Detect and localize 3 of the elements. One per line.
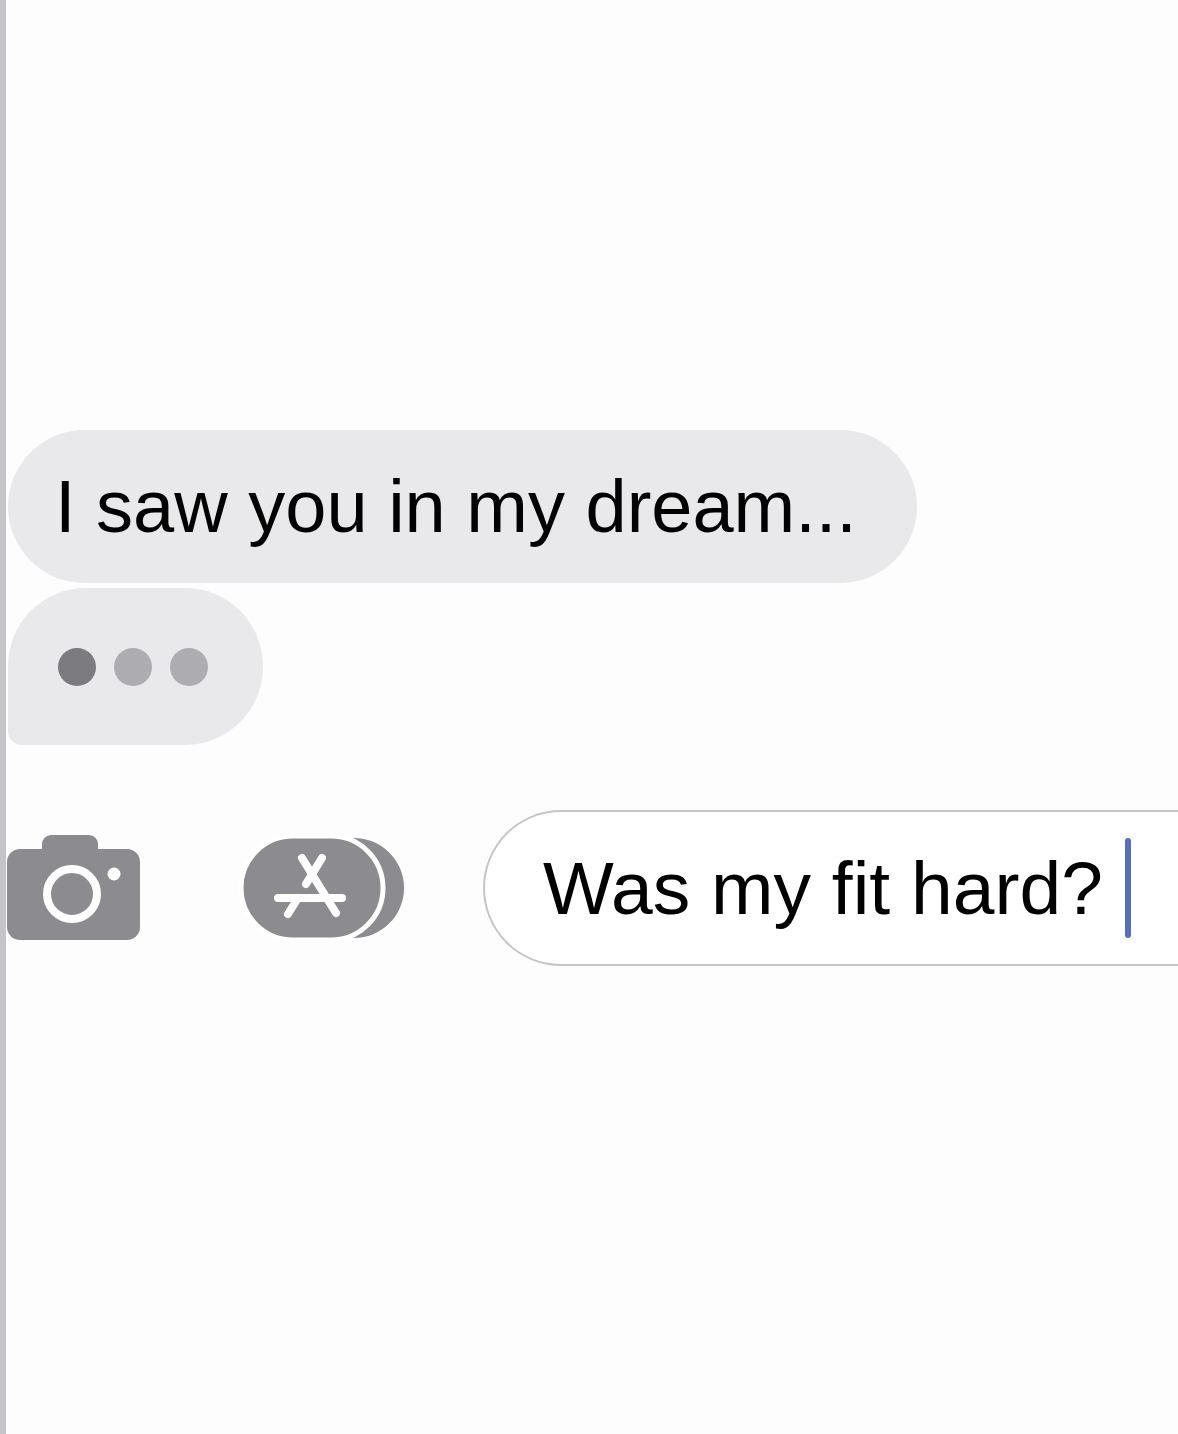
message-bubble: I saw you in my dream...	[8, 430, 917, 583]
camera-icon[interactable]	[7, 835, 140, 941]
message-input-field[interactable]: Was my fit hard?	[483, 810, 1178, 966]
